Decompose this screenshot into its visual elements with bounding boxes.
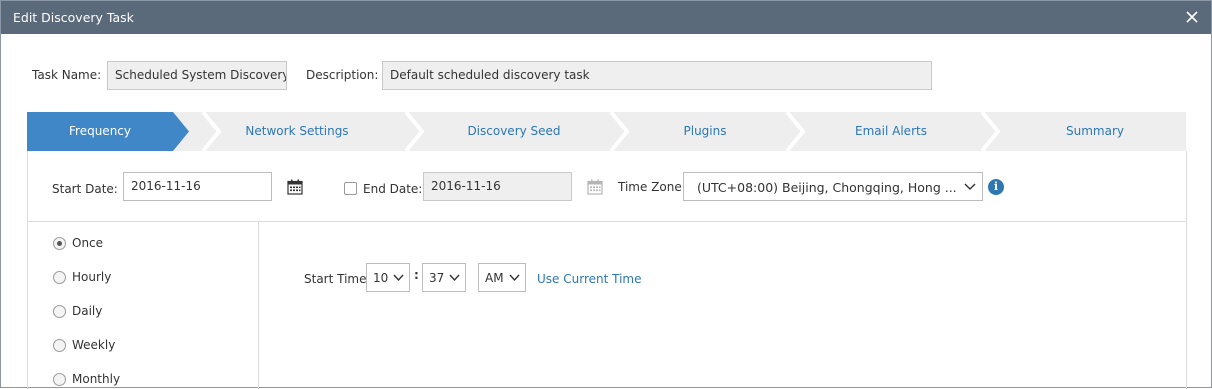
radio-label-once: Once [72,236,104,250]
radio-once[interactable] [53,237,66,250]
step-frequency[interactable]: Frequency [27,124,173,138]
time-separator: : [414,268,419,282]
end-date-label: End Date: [363,182,423,196]
wizard-steps: Frequency Network Settings Discovery See… [27,112,1186,151]
description-label: Description: [306,68,379,82]
dialog-titlebar: Edit Discovery Task [1,1,1211,34]
start-date-label: Start Date: [52,182,118,196]
ampm-select[interactable]: AM [478,263,526,292]
calendar-icon[interactable] [287,179,303,195]
end-date-input[interactable]: 2016-11-16 [423,172,572,201]
time-zone-select[interactable]: (UTC+08:00) Beijing, Chongqing, Hong ... [683,172,983,201]
chevron-down-icon [449,274,460,282]
radio-hourly[interactable] [53,271,66,284]
step-plugins[interactable]: Plugins [615,124,795,138]
chevron-down-icon [964,183,976,190]
description-field[interactable]: Default scheduled discovery task [382,61,932,90]
step-email-alerts[interactable]: Email Alerts [801,124,981,138]
info-icon[interactable]: i [988,179,1004,195]
radio-label-hourly: Hourly [72,270,112,284]
step-discovery-seed[interactable]: Discovery Seed [424,124,604,138]
time-zone-label: Time Zone: [618,180,686,194]
radio-label-weekly: Weekly [72,338,116,352]
close-icon[interactable] [1181,6,1203,28]
chevron-down-icon [393,274,404,282]
start-date-input[interactable]: 2016-11-16 [123,172,272,201]
hour-select[interactable]: 10 [366,263,410,292]
radio-monthly[interactable] [53,373,66,386]
start-time-label: Start Time [304,272,367,286]
calendar-icon-disabled[interactable] [587,179,603,195]
use-current-time-link[interactable]: Use Current Time [537,272,641,286]
minute-select[interactable]: 37 [422,263,466,292]
divider-horizontal [27,221,1187,222]
radio-label-daily: Daily [72,304,103,318]
edit-discovery-task-dialog: Edit Discovery Task Task Name: Scheduled… [0,0,1212,389]
step-network-settings[interactable]: Network Settings [207,124,387,138]
end-date-checkbox[interactable] [344,182,357,195]
minute-value: 37 [429,271,445,285]
task-name-field[interactable]: Scheduled System Discovery [107,61,287,90]
divider-vertical [258,222,259,389]
hour-value: 10 [373,271,389,285]
radio-label-monthly: Monthly [72,372,121,386]
radio-daily[interactable] [53,305,66,318]
time-zone-value: (UTC+08:00) Beijing, Chongqing, Hong ... [697,180,957,195]
radio-weekly[interactable] [53,339,66,352]
task-name-label: Task Name: [32,68,102,82]
step-summary[interactable]: Summary [1005,124,1185,138]
ampm-value: AM [485,271,504,285]
dialog-title: Edit Discovery Task [13,10,134,25]
chevron-down-icon [509,274,520,282]
